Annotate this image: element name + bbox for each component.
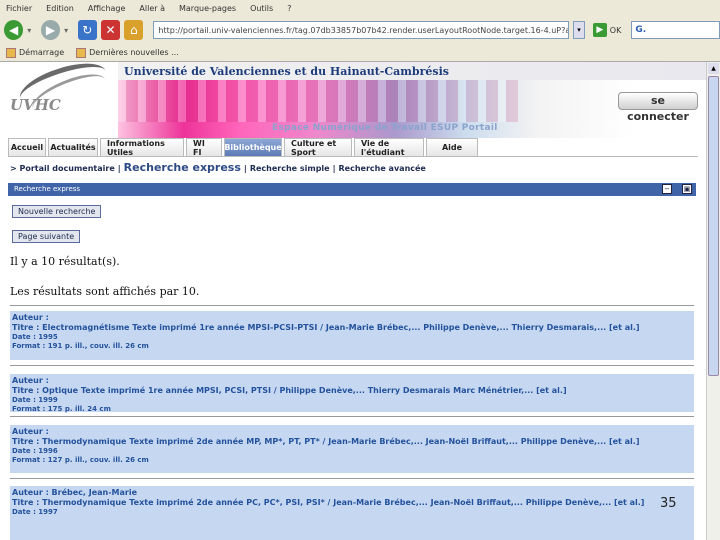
next-page-button[interactable]: Page suivante — [12, 230, 81, 243]
divider — [10, 478, 694, 479]
header-banner: Université de Valenciennes et du Hainaut… — [0, 62, 706, 138]
breadcrumb-recherche-express[interactable]: Recherche express — [124, 161, 241, 174]
tab-culture-sport[interactable]: Culture et Sport — [284, 138, 352, 157]
result-item[interactable]: Auteur : Brébec, Jean-Marie Titre : Ther… — [10, 486, 694, 540]
bookmark-icon — [6, 47, 16, 58]
tabs-divider — [8, 156, 698, 157]
espace-title: Espace Numérique de Travail ESUP Portail — [272, 123, 498, 133]
menu-fichier[interactable]: Fichier — [6, 4, 32, 13]
tab-wifi[interactable]: WI FI — [186, 138, 222, 157]
result-date: Date : 1996 — [12, 447, 58, 455]
breadcrumb-recherche-avancee[interactable]: Recherche avancée — [339, 164, 426, 173]
bookmark-label: Démarrage — [19, 48, 65, 57]
breadcrumb: > Portail documentaire | Recherche express… — [10, 161, 426, 174]
slide-page-number: 35 — [660, 496, 677, 511]
result-item[interactable]: Auteur : Titre : Electromagnétisme Texte… — [10, 311, 694, 360]
bookmark-demarrage[interactable]: Démarrage — [6, 47, 65, 58]
go-button[interactable]: ▶ OK — [592, 23, 622, 37]
menu-marque-pages[interactable]: Marque-pages — [179, 4, 236, 13]
result-item[interactable]: Auteur : Titre : Optique Texte imprimé 1… — [10, 374, 694, 413]
refresh-icon[interactable]: ↻ — [77, 20, 97, 40]
results-count: Il y a 10 résultat(s). — [10, 255, 120, 268]
connect-button[interactable]: se connecter — [618, 92, 698, 123]
result-title[interactable]: Titre : Thermodynamique Texte imprimé 2d… — [12, 437, 692, 447]
result-title[interactable]: Titre : Optique Texte imprimé 1re année … — [12, 386, 692, 396]
divider — [10, 305, 694, 306]
go-label: OK — [609, 25, 622, 35]
result-date: Date : 1995 — [12, 333, 58, 341]
menu-outils[interactable]: Outils — [250, 4, 273, 13]
menu-bar: Fichier Edition Affichage Aller à Marque… — [0, 0, 720, 16]
result-author: Auteur : Brébec, Jean-Marie — [12, 488, 138, 497]
university-name: Université de Valenciennes et du Hainaut… — [124, 65, 449, 78]
go-icon: ▶ — [592, 23, 607, 37]
page-content: Université de Valenciennes et du Hainaut… — [0, 62, 706, 540]
divider — [10, 365, 694, 366]
tab-bibliotheque[interactable]: Bibliothèque — [224, 138, 282, 156]
breadcrumb-portail[interactable]: Portail documentaire — [20, 164, 115, 173]
scroll-thumb[interactable] — [708, 76, 719, 376]
back-arrow-icon[interactable]: ◀ — [4, 20, 24, 40]
maximize-icon[interactable]: ▣ — [682, 184, 692, 194]
result-author: Auteur : — [12, 313, 49, 322]
breadcrumb-recherche-simple[interactable]: Recherche simple — [250, 164, 330, 173]
address-bar[interactable]: http://portail.univ-valenciennes.fr/tag.… — [153, 21, 570, 39]
result-author: Auteur : — [12, 376, 49, 385]
forward-arrow-icon[interactable]: ▶ — [40, 20, 61, 40]
menu-edition[interactable]: Edition — [46, 4, 74, 13]
portlet-header: Recherche express − ▣ — [8, 183, 696, 196]
tab-actualites[interactable]: Actualités — [48, 138, 98, 156]
result-date: Date : 1997 — [12, 508, 58, 516]
logo-text: UVHC — [10, 96, 61, 114]
home-icon[interactable]: ⌂ — [124, 20, 144, 40]
portlet-title: Recherche express — [14, 185, 81, 193]
stop-icon[interactable]: ✕ — [100, 20, 121, 40]
address-dropdown-icon[interactable]: ▾ — [573, 21, 585, 39]
result-title[interactable]: Titre : Electromagnétisme Texte imprimé … — [12, 323, 692, 333]
tab-vie-etudiant[interactable]: Vie de l'étudiant — [354, 138, 424, 157]
browser-toolbar: ◀ ▾ ▶ ▾ ↻ ✕ ⌂ http://portail.univ-valenc… — [0, 16, 720, 44]
uvhc-logo[interactable]: UVHC — [0, 62, 118, 138]
search-box[interactable]: G. — [631, 21, 720, 39]
result-format: Format : 191 p. ill., couv. ill. 26 cm — [12, 342, 149, 350]
menu-aller[interactable]: Aller à — [139, 4, 165, 13]
tab-informations-utiles[interactable]: Informations Utiles — [100, 138, 184, 157]
result-title[interactable]: Titre : Thermodynamique Texte imprimé 2d… — [12, 498, 692, 508]
tab-aide[interactable]: Aide — [426, 138, 478, 156]
bookmarks-bar: Démarrage Dernières nouvelles ... — [0, 44, 720, 62]
result-format: Format : 175 p. ill. 24 cm — [12, 405, 111, 413]
scroll-up-icon[interactable]: ▲ — [708, 63, 719, 74]
menu-affichage[interactable]: Affichage — [88, 4, 126, 13]
tab-accueil[interactable]: Accueil — [8, 138, 46, 156]
result-format: Format : 127 p. ill., couv. ill. 26 cm — [12, 456, 149, 464]
rss-icon — [76, 47, 87, 58]
bookmark-dernieres-nouvelles[interactable]: Dernières nouvelles ... — [76, 47, 179, 58]
divider — [10, 416, 694, 417]
vertical-scrollbar[interactable]: ▲ — [706, 62, 720, 540]
results-per-page: Les résultats sont affichés par 10. — [10, 285, 200, 298]
back-dropdown-icon[interactable]: ▾ — [27, 26, 37, 35]
result-author: Auteur : — [12, 427, 49, 436]
result-date: Date : 1999 — [12, 396, 58, 404]
menu-help[interactable]: ? — [287, 4, 291, 13]
bookmark-label: Dernières nouvelles ... — [89, 48, 179, 57]
nav-tabs: Accueil Actualités Informations Utiles W… — [8, 138, 478, 157]
result-item[interactable]: Auteur : Titre : Thermodynamique Texte i… — [10, 425, 694, 473]
banner-photo — [118, 80, 518, 122]
new-search-button[interactable]: Nouvelle recherche — [12, 205, 102, 218]
minimize-icon[interactable]: − — [662, 184, 672, 194]
forward-dropdown-icon[interactable]: ▾ — [64, 26, 74, 35]
breadcrumb-arrow-icon: > — [10, 164, 17, 173]
